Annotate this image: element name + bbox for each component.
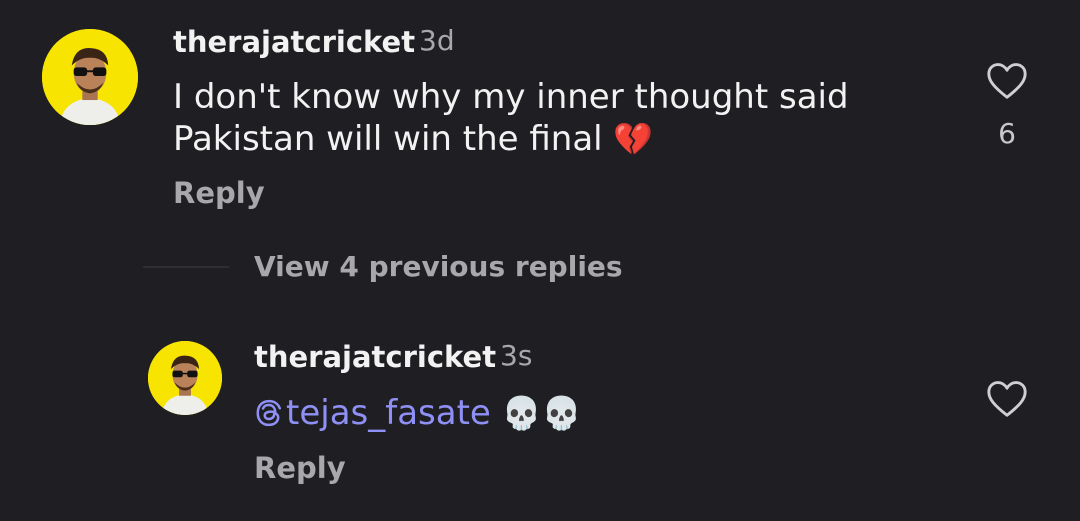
threads-icon — [256, 399, 281, 427]
comment-text-line1: I don't know why my inner thought said — [173, 77, 849, 117]
reply-avatar[interactable] — [148, 341, 222, 415]
mention-link[interactable]: tejas_fasate — [254, 393, 491, 433]
comment-username[interactable]: therajatcricket — [173, 25, 415, 59]
broken-heart-emoji: 💔 — [613, 120, 654, 158]
heart-outline-icon — [987, 63, 1027, 99]
comment-text: I don't know why my inner thought said P… — [173, 76, 849, 160]
comment-like-button[interactable] — [985, 60, 1029, 100]
view-previous-replies-button[interactable]: View 4 previous replies — [254, 250, 623, 283]
comments-screen: therajatcricket 3d I don't know why my i… — [0, 0, 1080, 521]
thread-divider — [143, 266, 229, 268]
mention-username[interactable]: tejas_fasate — [286, 393, 491, 433]
reply-reply-button[interactable]: Reply — [254, 451, 346, 485]
avatar[interactable] — [42, 29, 138, 125]
avatar-image — [148, 341, 222, 415]
skull-emojis: 💀💀 — [501, 394, 582, 432]
heart-outline-icon — [987, 381, 1027, 417]
reply-timestamp: 3s — [500, 339, 533, 372]
comment-timestamp: 3d — [419, 24, 455, 57]
reply-username[interactable]: therajatcricket — [254, 340, 496, 374]
comment-reply-button[interactable]: Reply — [173, 176, 265, 210]
comment-text-line2: Pakistan will win the final 💔 — [173, 119, 654, 159]
comment-like-count: 6 — [998, 117, 1016, 150]
avatar-image — [42, 29, 138, 125]
reply-text: tejas_fasate 💀💀 — [254, 392, 581, 434]
reply-like-button[interactable] — [985, 378, 1029, 418]
